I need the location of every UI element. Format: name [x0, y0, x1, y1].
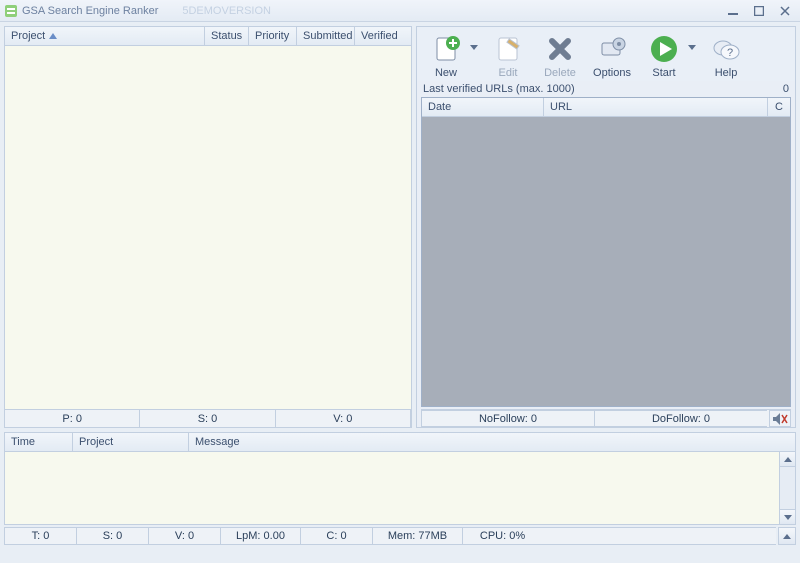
- col-status[interactable]: Status: [205, 27, 249, 45]
- sb-v: V: 0: [148, 527, 220, 545]
- stat-v: V: 0: [276, 410, 411, 427]
- delete-icon: [544, 33, 576, 65]
- new-label: New: [435, 67, 457, 79]
- help-button[interactable]: ? Help: [703, 31, 749, 79]
- toolbar: New Edit Delete Options: [417, 27, 795, 81]
- title-bar: GSA Search Engine Ranker 5DEMOVERSION: [0, 0, 800, 22]
- edit-label: Edit: [499, 67, 518, 79]
- start-label: Start: [652, 67, 675, 79]
- new-dropdown[interactable]: [469, 31, 479, 63]
- urls-count: 0: [783, 83, 789, 95]
- svg-text:?: ?: [727, 47, 733, 59]
- url-grid-body[interactable]: [422, 117, 790, 406]
- new-icon: [430, 33, 462, 65]
- col-project-label: Project: [11, 30, 45, 42]
- log-panel: Time Project Message: [4, 432, 796, 525]
- start-button[interactable]: Start: [641, 31, 687, 79]
- scroll-down-button[interactable]: [779, 509, 796, 525]
- window-title: GSA Search Engine Ranker: [22, 5, 158, 17]
- status-bar: T: 0 S: 0 V: 0 LpM: 0.00 C: 0 Mem: 77MB …: [4, 527, 796, 545]
- options-button[interactable]: Options: [589, 31, 635, 79]
- edit-button[interactable]: Edit: [485, 31, 531, 79]
- col-project[interactable]: Project: [5, 27, 205, 45]
- maximize-button[interactable]: [750, 4, 768, 18]
- stat-nofollow: NoFollow: 0: [421, 410, 594, 427]
- start-icon: [648, 33, 680, 65]
- project-grid-header: Project Status Priority Submitted Verifi…: [5, 27, 411, 46]
- app-icon: [4, 4, 18, 18]
- urls-caption: Last verified URLs (max. 1000): [423, 83, 575, 95]
- log-header: Time Project Message: [5, 433, 795, 452]
- options-label: Options: [593, 67, 631, 79]
- col-time[interactable]: Time: [5, 433, 73, 451]
- sb-cpu: CPU: 0%: [462, 527, 542, 545]
- chevron-down-icon: [784, 515, 792, 520]
- window-subtitle: 5DEMOVERSION: [182, 5, 271, 17]
- stat-dofollow: DoFollow: 0: [594, 410, 767, 427]
- delete-button[interactable]: Delete: [537, 31, 583, 79]
- right-pane: New Edit Delete Options: [416, 26, 796, 428]
- col-date[interactable]: Date: [422, 98, 544, 116]
- url-grid-header: Date URL C: [422, 98, 790, 117]
- col-log-project[interactable]: Project: [73, 433, 189, 451]
- col-submitted[interactable]: Submitted: [297, 27, 355, 45]
- col-verified[interactable]: Verified: [355, 27, 405, 45]
- chevron-up-icon: [784, 457, 792, 462]
- start-button-group: Start: [641, 31, 697, 79]
- url-grid: Date URL C: [421, 97, 791, 407]
- speaker-mute-icon: [772, 412, 788, 426]
- urls-caption-row: Last verified URLs (max. 1000) 0: [417, 81, 795, 97]
- new-button[interactable]: New: [423, 31, 469, 79]
- stat-p: P: 0: [5, 410, 140, 427]
- col-c[interactable]: C: [768, 98, 790, 116]
- close-button[interactable]: [776, 4, 794, 18]
- options-icon: [596, 33, 628, 65]
- chevron-up-icon: [783, 534, 791, 539]
- col-priority[interactable]: Priority: [249, 27, 297, 45]
- log-scrollbar[interactable]: [779, 452, 795, 524]
- stat-s: S: 0: [140, 410, 275, 427]
- sb-mem: Mem: 77MB: [372, 527, 462, 545]
- project-stats: P: 0 S: 0 V: 0: [5, 409, 411, 427]
- log-body[interactable]: [5, 452, 795, 524]
- sb-lpm: LpM: 0.00: [220, 527, 300, 545]
- mute-button[interactable]: [769, 410, 791, 427]
- status-collapse-button[interactable]: [778, 527, 796, 545]
- main-split: Project Status Priority Submitted Verifi…: [0, 22, 800, 428]
- sb-spacer: [542, 527, 776, 545]
- sb-s: S: 0: [76, 527, 148, 545]
- col-message[interactable]: Message: [189, 433, 795, 451]
- project-pane: Project Status Priority Submitted Verifi…: [4, 26, 412, 428]
- start-dropdown[interactable]: [687, 31, 697, 63]
- help-icon: ?: [710, 33, 742, 65]
- col-url[interactable]: URL: [544, 98, 768, 116]
- help-label: Help: [715, 67, 738, 79]
- edit-icon: [492, 33, 524, 65]
- sb-t: T: 0: [4, 527, 76, 545]
- follow-stats: NoFollow: 0 DoFollow: 0: [421, 409, 791, 427]
- project-grid-body[interactable]: [5, 46, 411, 409]
- new-button-group: New: [423, 31, 479, 79]
- sb-c: C: 0: [300, 527, 372, 545]
- minimize-button[interactable]: [724, 4, 742, 18]
- delete-label: Delete: [544, 67, 576, 79]
- sort-asc-icon: [49, 33, 57, 39]
- scroll-up-button[interactable]: [779, 451, 796, 467]
